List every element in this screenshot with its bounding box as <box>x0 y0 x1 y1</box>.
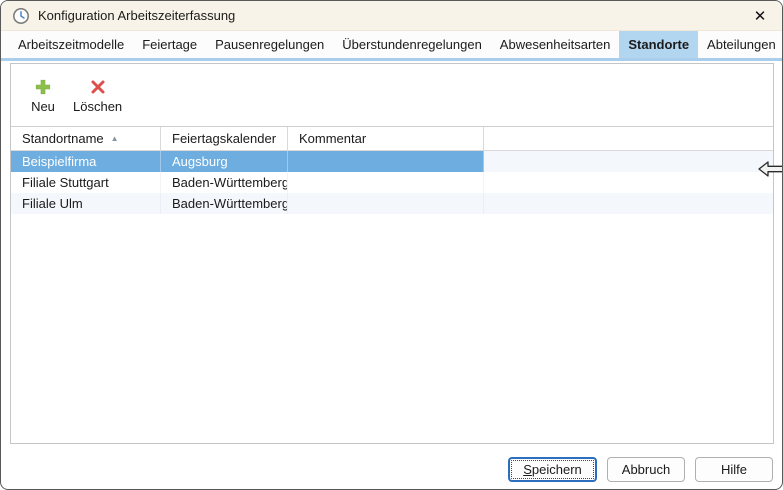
cell-filler <box>484 193 773 214</box>
content-panel: Neu Löschen Standortname ▲ Feiertagskale… <box>10 63 774 444</box>
cell-standortname: Filiale Ulm <box>11 193 161 214</box>
table-header-row: Standortname ▲ Feiertagskalender Komment… <box>11 127 773 151</box>
locations-table: Standortname ▲ Feiertagskalender Komment… <box>11 127 773 214</box>
cell-filler <box>484 151 773 172</box>
tab-standorte[interactable]: Standorte <box>619 31 698 58</box>
column-header-standortname[interactable]: Standortname ▲ <box>11 127 161 151</box>
delete-button[interactable]: Löschen <box>69 77 126 116</box>
help-button[interactable]: Hilfe <box>695 457 773 482</box>
sort-asc-icon: ▲ <box>111 135 119 143</box>
column-header-feiertagskalender[interactable]: Feiertagskalender <box>161 127 288 151</box>
cell-kommentar <box>288 193 484 214</box>
delete-button-label: Löschen <box>73 99 122 114</box>
table-row[interactable]: Beispielfirma Augsburg <box>11 151 773 172</box>
clock-icon <box>12 7 30 25</box>
tab-strip: Arbeitszeitmodelle Feiertage Pausenregel… <box>1 31 782 61</box>
cell-feiertagskalender: Augsburg <box>161 151 288 172</box>
tab-arbeitszeitmodelle[interactable]: Arbeitszeitmodelle <box>9 31 133 58</box>
cell-standortname: Filiale Stuttgart <box>11 172 161 193</box>
table-row[interactable]: Filiale Stuttgart Baden-Württemberg <box>11 172 773 193</box>
cell-feiertagskalender: Baden-Württemberg <box>161 193 288 214</box>
footer-button-bar: Speichern Abbruch Hilfe <box>508 457 773 482</box>
column-header-kommentar[interactable]: Kommentar <box>288 127 484 151</box>
tab-feiertage[interactable]: Feiertage <box>133 31 206 58</box>
save-button[interactable]: Speichern <box>508 457 597 482</box>
tab-abteilungen[interactable]: Abteilungen <box>698 31 783 58</box>
window-title: Konfiguration Arbeitszeiterfassung <box>38 8 235 23</box>
cell-kommentar <box>288 151 484 172</box>
cell-kommentar <box>288 172 484 193</box>
title-bar: Konfiguration Arbeitszeiterfassung ✕ <box>1 1 782 31</box>
new-button-label: Neu <box>31 99 55 114</box>
close-icon: ✕ <box>754 7 767 25</box>
cell-standortname: Beispielfirma <box>11 151 161 172</box>
close-button[interactable]: ✕ <box>738 1 782 31</box>
plus-icon <box>35 79 51 95</box>
toolbar: Neu Löschen <box>11 64 773 127</box>
cell-filler <box>484 172 773 193</box>
cell-feiertagskalender: Baden-Württemberg <box>161 172 288 193</box>
dialog-window: Konfiguration Arbeitszeiterfassung ✕ Arb… <box>0 0 783 490</box>
cancel-button[interactable]: Abbruch <box>607 457 685 482</box>
x-icon <box>90 79 106 95</box>
column-header-filler <box>484 127 773 151</box>
tab-pausenregelungen[interactable]: Pausenregelungen <box>206 31 333 58</box>
tab-abwesenheitsarten[interactable]: Abwesenheitsarten <box>491 31 620 58</box>
table-row[interactable]: Filiale Ulm Baden-Württemberg <box>11 193 773 214</box>
new-button[interactable]: Neu <box>17 77 69 116</box>
tab-ueberstundenregelungen[interactable]: Überstundenregelungen <box>333 31 491 58</box>
